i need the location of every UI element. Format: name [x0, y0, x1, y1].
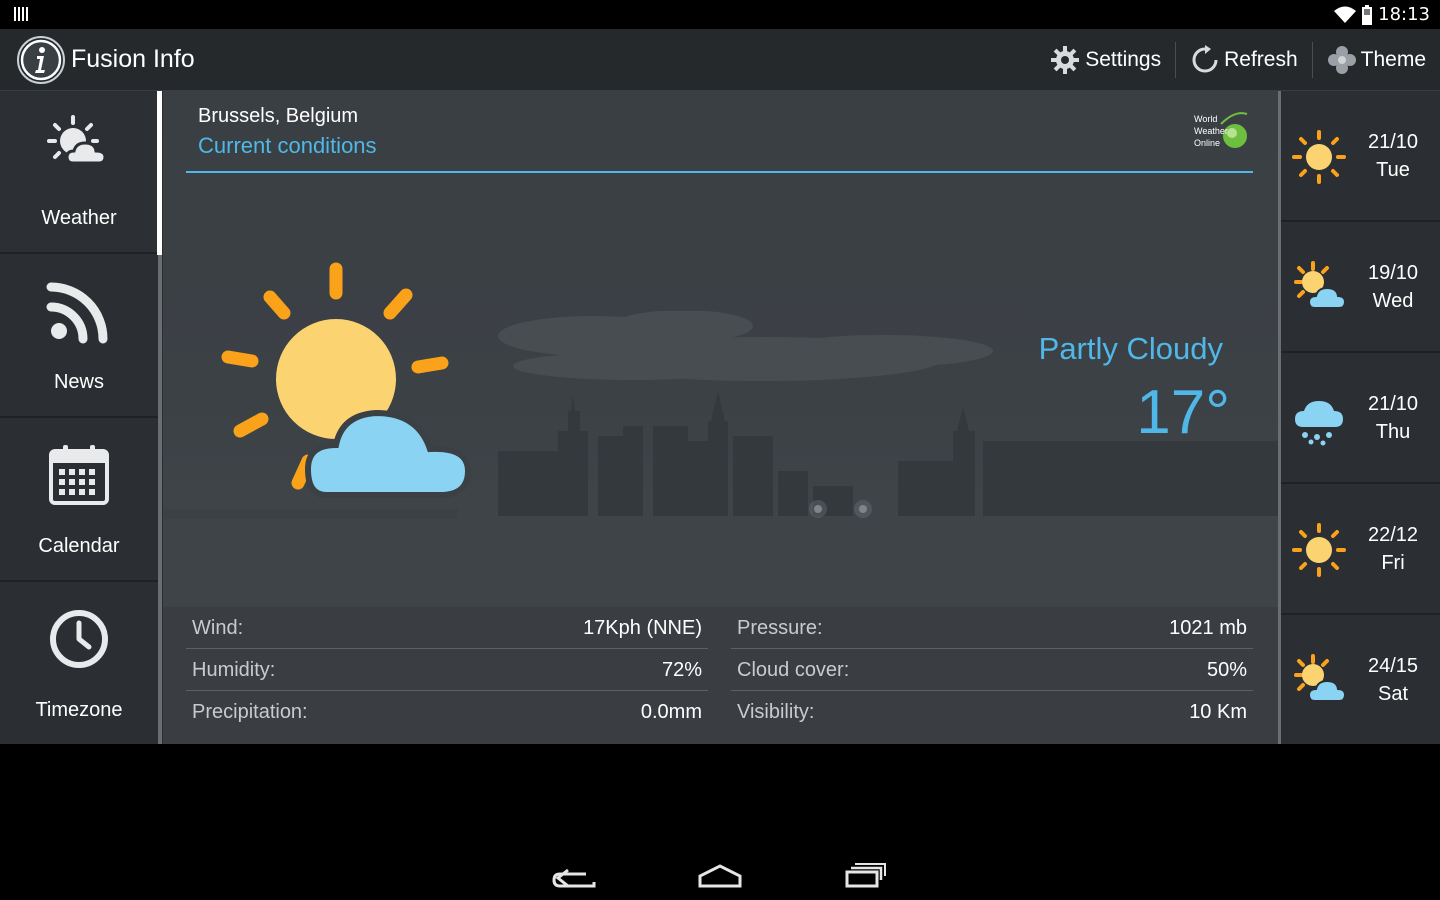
forecast-item[interactable]: 19/10 Wed	[1281, 222, 1440, 353]
theme-label: Theme	[1360, 48, 1426, 71]
sidebar-item-calendar[interactable]: Calendar	[0, 419, 158, 582]
calendar-icon	[49, 445, 109, 505]
detail-row: Humidity: 72%	[186, 649, 708, 691]
forecast-day: Wed	[1372, 290, 1414, 312]
refresh-label: Refresh	[1224, 48, 1298, 71]
sidebar-item-news[interactable]: News	[0, 255, 158, 418]
clock-time: 18:13	[1378, 4, 1430, 25]
partly-cloudy-icon	[1294, 261, 1347, 309]
action-bar: Fusion Info Settings Refresh Theme	[0, 29, 1440, 91]
forecast-temps: 22/12	[1367, 524, 1419, 546]
recent-apps-icon[interactable]	[835, 856, 895, 892]
action-buttons: Settings Refresh Theme	[1035, 29, 1440, 91]
refresh-button[interactable]: Refresh	[1176, 29, 1312, 91]
battery-icon	[1362, 4, 1373, 25]
location-label: Brussels, Belgium	[198, 105, 359, 127]
info-logo-icon[interactable]	[16, 35, 66, 85]
back-icon[interactable]	[546, 856, 606, 892]
forecast-day: Sat	[1377, 683, 1409, 705]
current-weather-panel: Brussels, Belgium Current conditions Wor…	[163, 91, 1278, 744]
detail-row: Visibility: 10 Km	[731, 691, 1253, 733]
provider-logo-text: World Weather Online	[1194, 114, 1228, 148]
home-icon[interactable]	[690, 856, 750, 892]
detail-label: Cloud cover:	[737, 659, 850, 681]
detail-row: Precipitation: 0.0mm	[186, 691, 708, 733]
detail-label: Pressure:	[737, 617, 823, 639]
detail-label: Humidity:	[192, 659, 276, 681]
sidebar-item-label: Weather	[41, 207, 117, 229]
detail-label: Wind:	[192, 617, 244, 639]
detail-row: Pressure: 1021 mb	[731, 607, 1253, 649]
details-right-column: Pressure: 1021 mb Cloud cover: 50% Visib…	[731, 607, 1253, 733]
forecast-day: Fri	[1381, 552, 1405, 574]
detail-value: 10 Km	[1189, 701, 1247, 723]
nav-scroll-track	[158, 255, 162, 744]
detail-row: Wind: 17Kph (NNE)	[186, 607, 708, 649]
detail-value: 72%	[661, 659, 702, 681]
weather-icon	[47, 115, 107, 165]
forecast-temps: 19/10	[1367, 262, 1419, 284]
app-title: Fusion Info	[71, 45, 195, 73]
detail-label: Visibility:	[737, 701, 815, 723]
detail-label: Precipitation:	[192, 701, 308, 723]
barcode-icon	[14, 7, 28, 21]
sunny-icon	[1292, 523, 1346, 577]
heading-underline	[186, 171, 1253, 173]
rss-icon	[46, 282, 108, 344]
section-heading: Current conditions	[198, 133, 377, 158]
theme-button[interactable]: Theme	[1313, 29, 1440, 91]
sidebar-item-label: Timezone	[35, 699, 123, 721]
partly-cloudy-icon	[221, 262, 472, 498]
condition-text: Partly Cloudy	[1038, 331, 1223, 366]
settings-button[interactable]: Settings	[1035, 29, 1175, 91]
details-left-column: Wind: 17Kph (NNE) Humidity: 72% Precipit…	[186, 607, 708, 733]
detail-row: Cloud cover: 50%	[731, 649, 1253, 691]
forecast-item[interactable]: 22/12 Fri	[1281, 484, 1440, 615]
settings-label: Settings	[1085, 48, 1162, 71]
forecast-temps: 24/15	[1367, 655, 1419, 677]
refresh-icon	[1192, 45, 1218, 73]
temperature-value: 17°	[1136, 378, 1230, 447]
detail-value: 1021 mb	[1169, 617, 1247, 639]
gear-icon	[1051, 46, 1080, 74]
palette-icon	[1327, 46, 1356, 74]
forecast-item[interactable]: 24/15 Sat	[1281, 615, 1440, 746]
forecast-day: Tue	[1376, 159, 1410, 181]
forecast-item[interactable]: 21/10 Thu	[1281, 353, 1440, 484]
clock-icon	[50, 610, 108, 668]
status-bar: 18:13	[0, 0, 1440, 29]
forecast-temps: 21/10	[1367, 131, 1419, 153]
wifi-icon	[1334, 6, 1357, 23]
system-nav-bar	[0, 744, 1440, 900]
forecast-temps: 21/10	[1367, 393, 1419, 415]
partly-cloudy-icon	[1294, 654, 1347, 702]
weather-details: Wind: 17Kph (NNE) Humidity: 72% Precipit…	[163, 607, 1278, 744]
sidebar-item-timezone[interactable]: Timezone	[0, 583, 158, 746]
sidebar-nav: Weather News Calendar Timezone	[0, 91, 163, 746]
detail-value: 50%	[1206, 659, 1247, 681]
forecast-item[interactable]: 21/10 Tue	[1281, 91, 1440, 222]
detail-value: 0.0mm	[640, 701, 702, 723]
forecast-day: Thu	[1375, 421, 1411, 443]
rain-cloud-icon	[1295, 401, 1343, 446]
detail-value: 17Kph (NNE)	[583, 617, 702, 639]
forecast-list: 21/10 Tue 19/10 Wed 21/10 Thu 22/12 Fri …	[1278, 91, 1440, 744]
sidebar-item-label: News	[53, 371, 104, 393]
sidebar-item-weather[interactable]: Weather	[0, 91, 158, 254]
sunny-icon	[1292, 130, 1346, 184]
active-indicator	[157, 91, 162, 255]
sidebar-item-label: Calendar	[38, 535, 120, 557]
